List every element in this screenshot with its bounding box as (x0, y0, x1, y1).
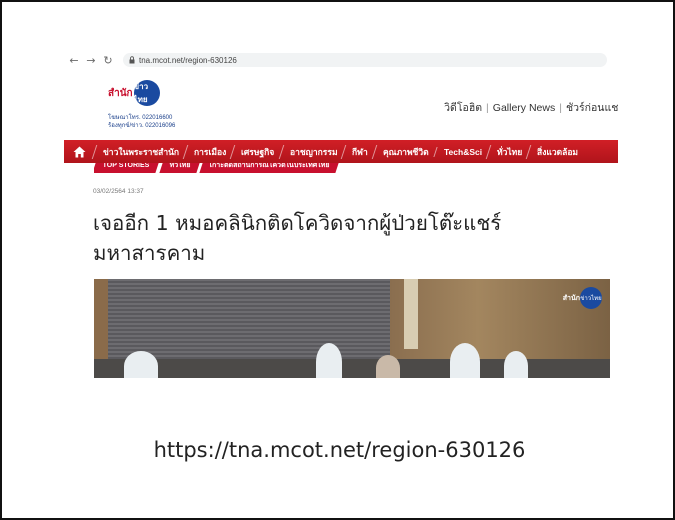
nav-economy[interactable]: เศรษฐกิจ (230, 144, 283, 159)
header-links: วิดีโอฮิต | Gallery News | ชัวร์ก่อนแชร์ (444, 99, 618, 116)
phone-news: ร้องทุกข์/ข่าว. 022016096 (108, 123, 176, 129)
logo-circle: ข่าวไทย (133, 80, 160, 106)
link-hit-videos[interactable]: วิดีโอฮิต (444, 102, 482, 114)
photo-badge-text: สำนัก (562, 294, 580, 302)
separator: | (486, 102, 489, 114)
photo-badge-circle: ข่าวไทย (580, 287, 602, 309)
site-header: สำนัก ข่าวไทย โฆษณาโทร. 022016600 ร้องทุ… (64, 74, 618, 138)
photo-person (450, 343, 480, 378)
photo-person (124, 351, 158, 378)
nav-quality-of-life[interactable]: คุณภาพชีวิต (371, 144, 437, 159)
nav-tech-sci[interactable]: Tech&Sci (432, 146, 490, 157)
photo-sign (404, 279, 418, 349)
phone-ads: โฆษณาโทร. 022016600 (108, 115, 173, 121)
article-headline: เจออีก 1 หมอคลินิกติดโควิดจากผู้ป่วยโต๊ะ… (93, 211, 502, 265)
home-icon[interactable] (64, 146, 94, 158)
source-url-caption: https://tna.mcot.net/region-630126 (153, 438, 526, 462)
contact-phones: โฆษณาโทร. 022016600 ร้องทุกข์/ข่าว. 0220… (108, 114, 175, 130)
article-date: 03/02/2564 13:37 (93, 188, 144, 195)
subtab-covid-tracking[interactable]: เกาะติดสถานการณ์โควิดในประเทศไทย (199, 163, 339, 173)
address-bar[interactable]: tna.mcot.net/region-630126 (123, 53, 607, 67)
article-photo: สำนัก ข่าวไทย (94, 279, 610, 378)
address-url: tna.mcot.net/region-630126 (139, 55, 237, 65)
photo-floor (94, 359, 610, 378)
photo-watermark-logo: สำนัก ข่าวไทย (563, 287, 602, 309)
nav-nationwide[interactable]: ทั่วไทย (485, 144, 531, 159)
site-logo[interactable]: สำนัก ข่าวไทย (108, 80, 160, 106)
website-screenshot: ← → ↻ tna.mcot.net/region-630126 สำนัก ข… (64, 50, 618, 378)
forward-arrow-icon[interactable]: → (84, 53, 98, 67)
main-navigation: ข่าวในพระราชสำนัก การเมือง เศรษฐกิจ อาชญ… (64, 140, 618, 163)
browser-toolbar: ← → ↻ tna.mcot.net/region-630126 (64, 50, 618, 70)
nav-sports[interactable]: กีฬา (340, 144, 377, 159)
sub-navigation: TOP STORIES ทั่วไทย เกาะติดสถานการณ์โควิ… (94, 163, 341, 173)
nav-crime[interactable]: อาชญากรรม (278, 144, 346, 159)
nav-royal-news[interactable]: ข่าวในพระราชสำนัก (91, 144, 188, 159)
subtab-nationwide[interactable]: ทั่วไทย (159, 163, 200, 173)
photo-person (316, 343, 342, 378)
photo-person (504, 351, 528, 378)
nav-politics[interactable]: การเมือง (182, 144, 235, 159)
logo-text: สำนัก (108, 87, 133, 99)
link-gallery-news[interactable]: Gallery News (493, 102, 555, 114)
photo-person (376, 355, 400, 378)
separator: | (559, 102, 562, 114)
lock-icon (129, 56, 135, 64)
nav-environment[interactable]: สิ่งแวดล้อม (525, 144, 587, 159)
subtab-top-stories[interactable]: TOP STORIES (94, 163, 159, 173)
link-sure-and-share[interactable]: ชัวร์ก่อนแชร์ (566, 102, 618, 114)
reload-icon[interactable]: ↻ (101, 53, 115, 67)
outer-frame: ← → ↻ tna.mcot.net/region-630126 สำนัก ข… (0, 0, 675, 520)
back-arrow-icon[interactable]: ← (67, 53, 81, 67)
